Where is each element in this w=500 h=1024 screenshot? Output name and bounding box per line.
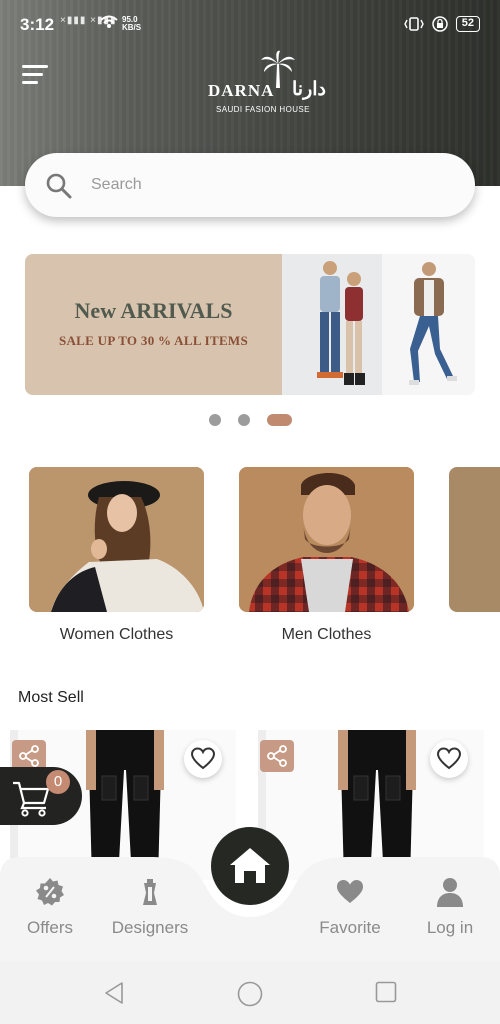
brand-logo[interactable]: DARNA دارنا SAUDI FASION HOUSE: [200, 48, 350, 118]
back-icon[interactable]: [102, 981, 126, 1005]
app-screen: 3:12 ×▮▮▮ ×▮▮▮ 95.0 KB/S 52 DARNA دارنا …: [0, 0, 500, 1024]
network-speed-unit: KB/S: [122, 23, 142, 32]
category-men[interactable]: Men Clothes: [239, 467, 414, 643]
cart-count-badge: 0: [46, 770, 70, 794]
man-photo: [239, 467, 414, 612]
home-icon: [230, 848, 270, 883]
network-speed: 95.0 KB/S: [100, 16, 142, 32]
nav-label: Offers: [27, 918, 73, 937]
menu-line: [22, 65, 48, 68]
banner-title: New ARRIVALS: [74, 298, 233, 323]
brand-name-arabic: دارنا: [292, 79, 326, 100]
bottom-navigation: Offers Designers Favorite Log in: [0, 827, 500, 961]
models-illustration: [282, 254, 475, 395]
menu-line: [22, 73, 43, 76]
pagination-dot-active[interactable]: [267, 414, 292, 426]
favorite-button[interactable]: [430, 740, 468, 778]
menu-button[interactable]: [22, 64, 50, 88]
banner-pagination: [0, 413, 500, 427]
category-partial[interactable]: [449, 467, 500, 612]
woman-photo: [29, 467, 204, 612]
lock-icon: [432, 16, 448, 32]
recent-apps-icon[interactable]: [375, 981, 397, 1003]
vibrate-icon: [403, 17, 424, 31]
nav-label: Log in: [426, 918, 474, 937]
status-bar: 3:12 ×▮▮▮ ×▮▮▮ 95.0 KB/S 52: [0, 0, 500, 38]
category-image-women: [29, 467, 204, 612]
wifi-icon: [100, 15, 118, 28]
heart-outline-icon: [190, 747, 216, 770]
share-button[interactable]: [260, 740, 294, 772]
pagination-dot[interactable]: [238, 414, 250, 426]
section-title-most-sell: Most Sell: [18, 689, 84, 706]
battery-indicator: 52: [455, 16, 480, 32]
status-time: 3:12: [20, 15, 55, 34]
system-navigation-bar: [0, 961, 500, 1024]
category-label: Women Clothes: [59, 626, 174, 643]
brand-tagline: SAUDI FASION HOUSE: [216, 105, 310, 114]
category-image-men: [239, 467, 414, 612]
banner-subtitle: SALE UP TO 30 % ALL ITEMS: [58, 333, 249, 348]
share-icon: [267, 745, 287, 767]
heart-icon: [337, 880, 363, 903]
designer-icon: [143, 879, 157, 905]
brand-name: DARNA: [208, 81, 275, 100]
promo-banner[interactable]: New ARRIVALS SALE UP TO 30 % ALL ITEMS: [25, 254, 475, 395]
pagination-dot[interactable]: [209, 414, 221, 426]
nav-favorite[interactable]: Favorite: [305, 877, 395, 938]
cart-button[interactable]: 0: [0, 767, 82, 825]
banner-image: [282, 254, 475, 395]
heart-outline-icon: [436, 747, 462, 770]
status-right-icons: 52: [403, 16, 480, 32]
nav-offers[interactable]: Offers: [5, 877, 95, 938]
nav-designers[interactable]: Designers: [105, 877, 195, 938]
search-input[interactable]: [91, 153, 451, 217]
favorite-button[interactable]: [184, 740, 222, 778]
menu-line: [22, 81, 38, 84]
category-women[interactable]: Women Clothes: [29, 467, 204, 643]
user-icon: [437, 878, 463, 907]
banner-text-panel: New ARRIVALS SALE UP TO 30 % ALL ITEMS: [25, 254, 282, 395]
nav-login[interactable]: Log in: [405, 877, 495, 938]
home-button[interactable]: [211, 827, 289, 905]
percent-badge-icon: [36, 878, 64, 906]
category-image-partial: [449, 467, 500, 612]
nav-label: Designers: [111, 918, 189, 937]
search-bar[interactable]: [25, 153, 475, 217]
nav-label: Favorite: [319, 918, 381, 937]
home-circle-icon[interactable]: [237, 981, 263, 1007]
category-label: Men Clothes: [281, 626, 372, 643]
search-icon: [46, 173, 72, 199]
